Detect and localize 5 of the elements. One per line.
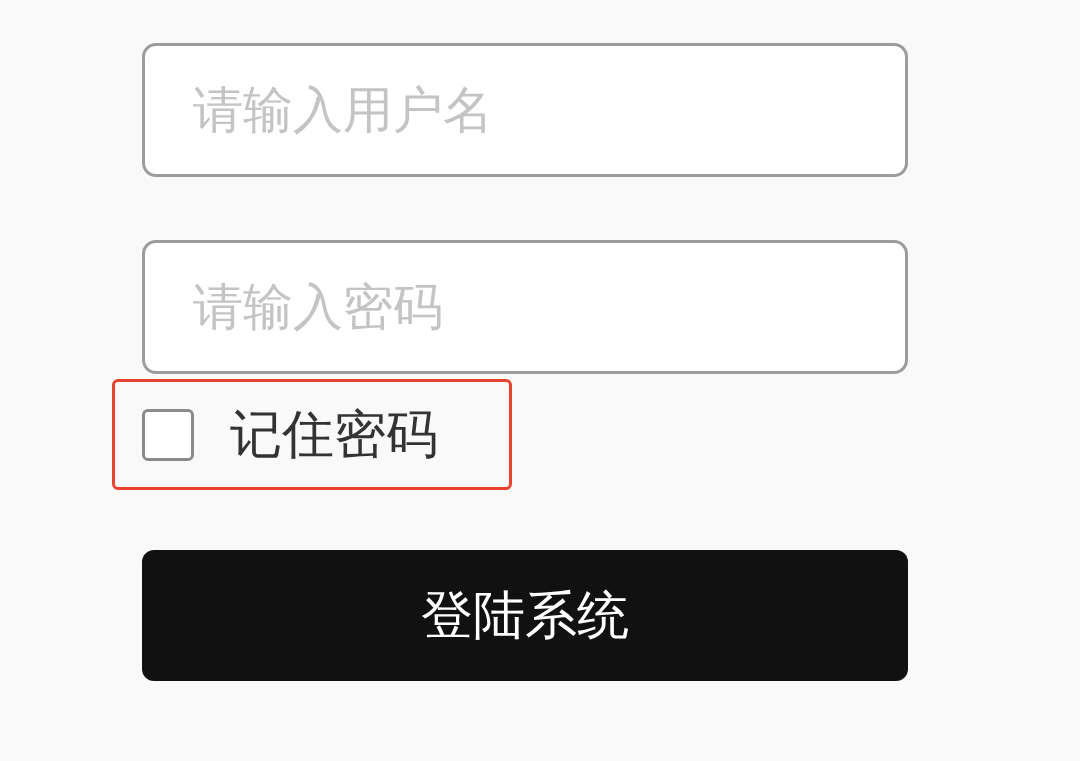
remember-label: 记住密码 [230, 402, 438, 466]
password-field[interactable]: 请输入密码 [142, 240, 908, 374]
username-field[interactable]: 请输入用户名 [142, 43, 908, 177]
login-button[interactable]: 登陆系统 [142, 550, 908, 681]
remember-checkbox[interactable] [142, 408, 194, 461]
